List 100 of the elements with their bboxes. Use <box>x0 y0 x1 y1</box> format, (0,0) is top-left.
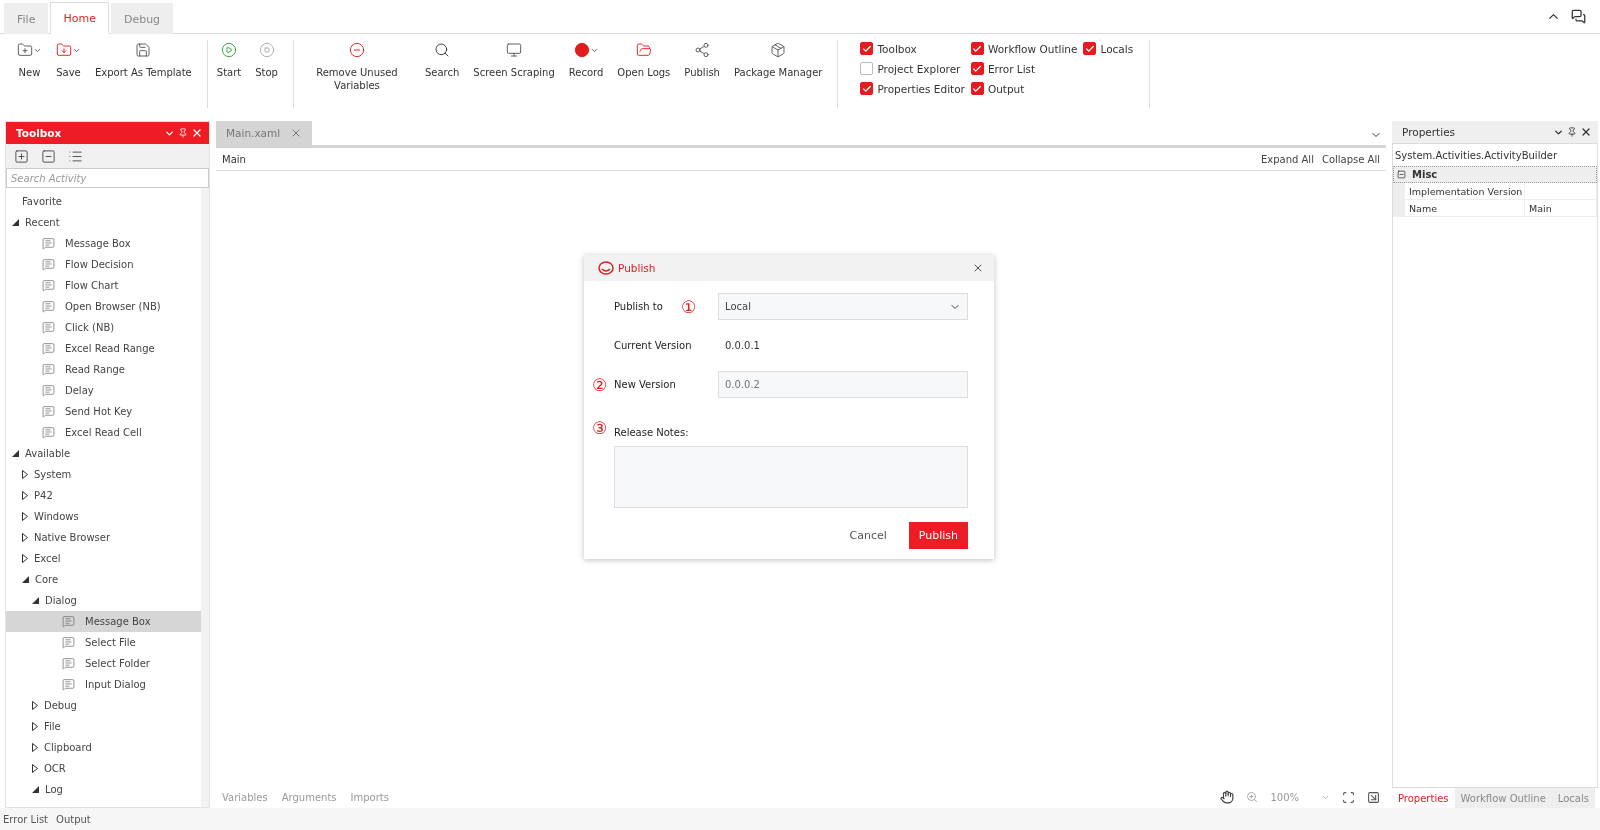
cancel-button[interactable]: Cancel <box>843 528 893 543</box>
activity-item[interactable]: Send Hot Key <box>6 401 201 422</box>
ribbon-icon <box>348 42 365 58</box>
collapsed-arrow-icon[interactable] <box>22 491 28 500</box>
collapse-icon[interactable] <box>41 148 56 164</box>
tree-group-label[interactable]: Log <box>45 784 63 795</box>
ribbon-icon <box>770 42 787 58</box>
close-icon[interactable] <box>972 262 984 274</box>
ribbon-button[interactable]: Save <box>51 40 86 79</box>
close-icon[interactable] <box>1580 126 1592 138</box>
hand-icon[interactable] <box>1220 790 1235 804</box>
ribbon-button[interactable]: Package Manager <box>728 40 828 79</box>
tree-group-label[interactable]: Windows <box>34 511 79 522</box>
ribbon-button[interactable]: New <box>12 40 47 79</box>
expanded-arrow-icon[interactable] <box>22 576 29 583</box>
overview-icon[interactable] <box>1367 790 1380 804</box>
activity-icon <box>42 279 55 292</box>
collapsed-arrow-icon[interactable] <box>32 764 38 773</box>
ribbon-button[interactable]: Search <box>419 40 465 79</box>
activity-item[interactable]: Select File <box>6 632 201 653</box>
tree-group-label[interactable]: Debug <box>44 700 77 711</box>
collapsed-arrow-icon[interactable] <box>32 743 38 752</box>
menu-tab[interactable]: Home <box>50 2 109 34</box>
activity-icon <box>62 678 75 691</box>
ribbon-button[interactable]: Stop <box>250 40 283 79</box>
checkbox-label: Properties Editor <box>877 82 965 95</box>
checkbox[interactable] <box>970 42 984 55</box>
checkbox-label: Project Explorer <box>877 62 961 75</box>
tree-group-label[interactable]: System <box>34 469 72 480</box>
tree-group-label[interactable]: OCR <box>44 763 66 774</box>
collapsed-arrow-icon[interactable] <box>22 470 28 479</box>
activity-item[interactable]: Input Dialog <box>6 674 201 695</box>
checkbox-label: Locals <box>1100 42 1134 55</box>
ribbon-icon <box>573 42 590 58</box>
tree-group-label[interactable]: P42 <box>34 490 53 501</box>
expanded-arrow-icon[interactable] <box>32 597 39 604</box>
collapsed-arrow-icon[interactable] <box>22 512 28 521</box>
checkbox[interactable] <box>970 82 984 95</box>
new-version-field[interactable]: 0.0.0.2 <box>718 371 968 398</box>
activity-item[interactable]: Delay <box>6 380 201 401</box>
breadcrumb: Main <box>222 153 246 165</box>
search-field[interactable]: Search Activity <box>6 168 209 188</box>
ribbon-button[interactable]: Screen Scraping <box>468 40 560 79</box>
activity-item[interactable]: Excel Read Range <box>6 338 201 359</box>
collapsed-arrow-icon[interactable] <box>32 701 38 710</box>
publish-button[interactable]: Publish <box>908 522 968 549</box>
activity-item[interactable]: Click (NB) <box>6 317 201 338</box>
panel-tab[interactable]: Output <box>56 813 91 825</box>
activity-item[interactable]: Message Box <box>6 611 201 632</box>
ribbon-button[interactable]: Record <box>563 40 609 79</box>
panel-tab[interactable]: Error List <box>3 813 49 825</box>
tree-group-label[interactable]: Clipboard <box>44 742 92 753</box>
collapse-icon[interactable] <box>1397 170 1406 179</box>
ribbon-button[interactable]: Remove Unused Variables <box>297 40 416 92</box>
tree-group-label[interactable]: File <box>44 721 61 732</box>
pin-icon[interactable] <box>178 128 188 138</box>
chat-icon[interactable] <box>1571 9 1586 24</box>
collapse-all-link[interactable]: Collapse All <box>1321 153 1380 165</box>
collapsed-arrow-icon[interactable] <box>22 533 28 542</box>
activity-item[interactable]: Open Browser (NB) <box>6 296 201 317</box>
expanded-arrow-icon[interactable] <box>12 219 19 226</box>
expanded-arrow-icon[interactable] <box>12 450 19 457</box>
checkbox[interactable] <box>1083 42 1097 55</box>
ribbon-button[interactable]: Start <box>211 40 247 79</box>
ribbon-icon <box>135 42 152 58</box>
expanded-arrow-icon[interactable] <box>32 786 39 793</box>
activity-item[interactable]: Message Box <box>6 233 201 254</box>
ribbon-button[interactable]: Open Logs <box>612 40 676 79</box>
tree-group-label[interactable]: Excel <box>34 553 61 564</box>
ribbon-button[interactable]: Publish <box>679 40 725 79</box>
tree-group-label[interactable]: Available <box>25 448 71 459</box>
tree-group-label[interactable]: Dialog <box>45 595 77 606</box>
checkbox[interactable] <box>860 42 874 55</box>
activity-item[interactable]: Flow Decision <box>6 254 201 275</box>
panel-title: Toolbox <box>16 127 62 139</box>
activity-item[interactable]: Select Folder <box>6 653 201 674</box>
pin-icon[interactable] <box>1567 127 1577 137</box>
tree-group-label[interactable]: Native Browser <box>34 532 111 543</box>
expand-all-link[interactable]: Expand All <box>1260 153 1314 165</box>
fit-screen-icon[interactable] <box>1342 790 1355 804</box>
publish-to-select[interactable]: Local <box>718 293 968 320</box>
ribbon-icon <box>635 42 652 58</box>
checkbox[interactable] <box>860 62 874 75</box>
tree-group-label[interactable]: Recent <box>25 217 60 228</box>
collapsed-arrow-icon[interactable] <box>22 554 28 563</box>
activity-icon <box>62 636 75 649</box>
expand-icon[interactable] <box>14 148 29 164</box>
checkbox[interactable] <box>970 62 984 75</box>
ribbon-button[interactable]: Export As Template <box>90 40 197 79</box>
activity-item[interactable]: Flow Chart <box>6 275 201 296</box>
activity-item[interactable]: Read Range <box>6 359 201 380</box>
property-value[interactable]: Main <box>1525 200 1597 217</box>
checkbox[interactable] <box>860 82 874 95</box>
tree-group-label[interactable]: Core <box>35 574 59 585</box>
collapsed-arrow-icon[interactable] <box>32 722 38 731</box>
release-notes-field[interactable] <box>614 446 968 508</box>
activity-item[interactable]: Excel Read Cell <box>6 422 201 443</box>
ribbon-icon <box>258 42 275 58</box>
tree-item-label[interactable]: Favorite <box>22 196 62 207</box>
list-icon[interactable] <box>68 148 83 164</box>
